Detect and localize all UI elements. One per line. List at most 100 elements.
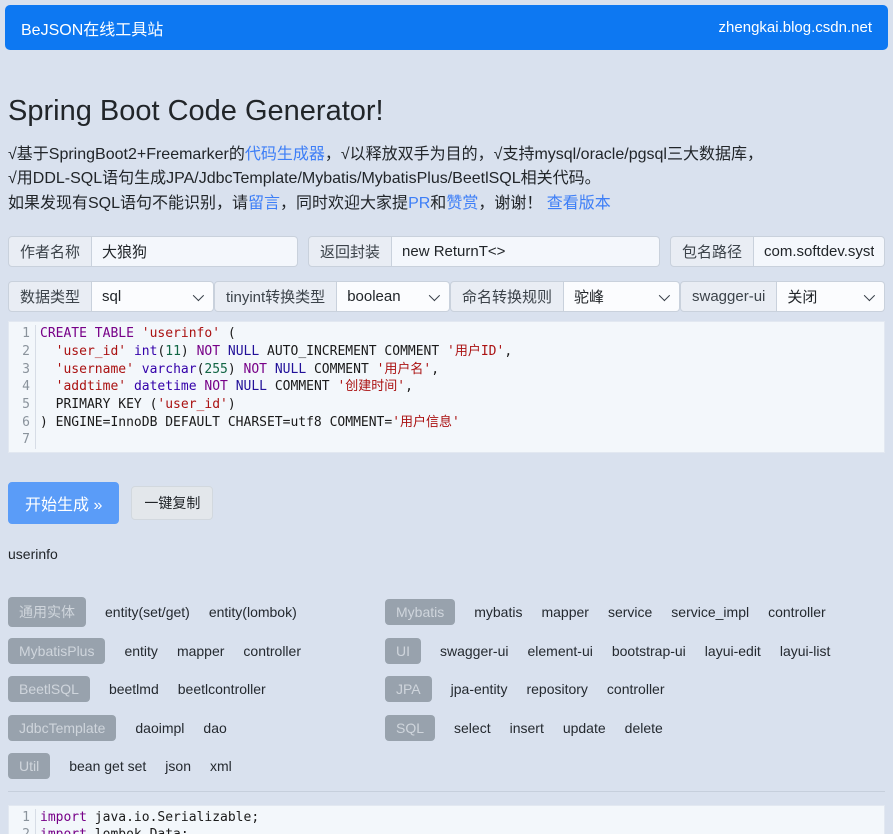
tag-row: MybatisPlus entity mapper controller xyxy=(8,637,385,666)
tag-badge-jpa[interactable]: JPA xyxy=(385,676,432,702)
tag-link-beetlcontroller[interactable]: beetlcontroller xyxy=(178,681,266,697)
tag-link-entity[interactable]: entity xyxy=(124,643,157,659)
tag-link-layui-list[interactable]: layui-list xyxy=(780,643,831,659)
data-type-group: 数据类型 sql xyxy=(8,281,214,312)
tag-link-mapper[interactable]: mapper xyxy=(541,604,588,620)
tag-link-update[interactable]: update xyxy=(563,720,606,736)
return-wrapper-input[interactable] xyxy=(392,236,660,267)
chevron-down-icon xyxy=(429,290,440,301)
line-number: 1 xyxy=(9,325,36,343)
page-title: Spring Boot Code Generator! xyxy=(8,94,885,129)
tag-link-repository[interactable]: repository xyxy=(526,681,587,697)
tag-badge-util[interactable]: Util xyxy=(8,753,50,779)
tag-link-service-impl[interactable]: service_impl xyxy=(671,604,749,620)
tag-badge--[interactable]: 通用实体 xyxy=(8,597,86,627)
tag-link-element-ui[interactable]: element-ui xyxy=(527,643,592,659)
tag-link-select[interactable]: select xyxy=(454,720,491,736)
chevron-down-icon xyxy=(864,290,875,301)
tag-link-dao[interactable]: dao xyxy=(203,720,226,736)
tinyint-type-select[interactable]: boolean xyxy=(337,281,450,312)
pr-link[interactable]: PR xyxy=(408,195,430,212)
tag-link-xml[interactable]: xml xyxy=(210,758,232,774)
naming-rule-select[interactable]: 驼峰 xyxy=(564,281,680,312)
code-line: 1import java.io.Serializable; xyxy=(9,809,884,827)
swagger-ui-value: 关闭 xyxy=(787,286,864,307)
tag-row: 通用实体 entity(set/get) entity(lombok) xyxy=(8,598,385,627)
sql-editor[interactable]: 1CREATE TABLE 'userinfo' (2 'user_id' in… xyxy=(8,321,885,453)
author-name-label: 作者名称 xyxy=(8,236,92,267)
navbar-site-link[interactable]: zhengkai.blog.csdn.net xyxy=(719,19,872,36)
java-output-editor[interactable]: 1import java.io.Serializable;2import lom… xyxy=(8,805,885,834)
naming-rule-value: 驼峰 xyxy=(574,286,659,307)
code-line: 2import lombok.Data; xyxy=(9,826,884,834)
chevron-down-icon xyxy=(193,290,204,301)
intro-text: √基于SpringBoot2+Freemarker的代码生成器，√以释放双手为目… xyxy=(8,143,885,217)
tag-link-controller[interactable]: controller xyxy=(768,604,826,620)
copy-button[interactable]: 一键复制 xyxy=(131,486,213,520)
tags-right-column: Mybatismybatismapperserviceservice_implc… xyxy=(385,598,885,781)
code-line: 7 xyxy=(9,431,884,449)
tag-link-bootstrap-ui[interactable]: bootstrap-ui xyxy=(612,643,686,659)
tag-link-jpa-entity[interactable]: jpa-entity xyxy=(451,681,508,697)
tag-link-layui-edit[interactable]: layui-edit xyxy=(705,643,761,659)
tag-badge-jdbctemplate[interactable]: JdbcTemplate xyxy=(8,715,116,741)
tag-link-mybatis[interactable]: mybatis xyxy=(474,604,522,620)
tag-row: Util bean get set json xml xyxy=(8,752,385,781)
donate-link[interactable]: 赞赏 xyxy=(446,195,478,212)
code-line: 4 'addtime' datetime NOT NULL COMMENT '创… xyxy=(9,378,884,396)
line-number: 5 xyxy=(9,396,36,414)
tag-badge-beetlsql[interactable]: BeetlSQL xyxy=(8,676,90,702)
tag-link-insert[interactable]: insert xyxy=(510,720,544,736)
tag-badge-ui[interactable]: UI xyxy=(385,638,421,664)
tinyint-type-label: tinyint转换类型 xyxy=(214,281,337,312)
table-name-link[interactable]: userinfo xyxy=(8,546,58,562)
tag-badge-mybatisplus[interactable]: MybatisPlus xyxy=(8,638,105,664)
swagger-ui-label: swagger-ui xyxy=(680,281,777,312)
swagger-ui-select[interactable]: 关闭 xyxy=(777,281,885,312)
package-path-input[interactable] xyxy=(754,236,885,267)
intro-line3-d: ，谢谢！ xyxy=(478,195,542,212)
tag-link-service[interactable]: service xyxy=(608,604,652,620)
view-version-link[interactable]: 查看版本 xyxy=(547,195,611,212)
code-line: 1CREATE TABLE 'userinfo' ( xyxy=(9,325,884,343)
data-type-select[interactable]: sql xyxy=(92,281,214,312)
intro-line3-a: 如果发现有SQL语句不能识别，请 xyxy=(8,195,248,212)
navbar-brand[interactable]: BeJSON在线工具站 xyxy=(21,16,163,40)
tag-badge-sql[interactable]: SQL xyxy=(385,715,435,741)
output-tags: 通用实体 entity(set/get) entity(lombok) Mybatis… xyxy=(8,598,885,781)
tag-link-delete[interactable]: delete xyxy=(625,720,663,736)
tag-row: JdbcTemplate daoimpl dao xyxy=(8,714,385,743)
package-path-group: 包名路径 xyxy=(670,236,885,267)
generate-button[interactable]: 开始生成 » xyxy=(8,482,119,524)
intro-line1-b: ，√以释放双手为目的，√支持mysql/oracle/pgsql三大数据库， xyxy=(325,146,763,163)
author-name-input[interactable] xyxy=(92,236,298,267)
swagger-ui-group: swagger-ui 关闭 xyxy=(680,281,885,312)
tag-link-entity-lombok-[interactable]: entity(lombok) xyxy=(209,604,297,620)
line-number: 3 xyxy=(9,361,36,379)
naming-rule-label: 命名转换规则 xyxy=(450,281,564,312)
tag-badge-mybatis[interactable]: Mybatis xyxy=(385,599,455,625)
table-name-row: userinfo xyxy=(8,546,885,562)
form-row-selects: 数据类型 sql tinyint转换类型 boolean 命名转换规则 驼峰 s… xyxy=(8,281,885,312)
tag-link-daoimpl[interactable]: daoimpl xyxy=(135,720,184,736)
tag-link-controller[interactable]: controller xyxy=(607,681,665,697)
tinyint-type-group: tinyint转换类型 boolean xyxy=(214,281,450,312)
actions-bar: 开始生成 » 一键复制 xyxy=(8,482,885,524)
code-line: 5 PRIMARY KEY ('user_id') xyxy=(9,396,884,414)
tag-link-swagger-ui[interactable]: swagger-ui xyxy=(440,643,508,659)
intro-line2: √用DDL-SQL语句生成JPA/JdbcTemplate/Mybatis/My… xyxy=(8,170,601,187)
tag-row: BeetlSQL beetlmd beetlcontroller xyxy=(8,675,385,704)
tag-link-json[interactable]: json xyxy=(165,758,191,774)
tag-link-mapper[interactable]: mapper xyxy=(177,643,224,659)
code-line: 3 'username' varchar(255) NOT NULL COMME… xyxy=(9,361,884,379)
tag-link-beetlmd[interactable]: beetlmd xyxy=(109,681,159,697)
code-line: 6) ENGINE=InnoDB DEFAULT CHARSET=utf8 CO… xyxy=(9,414,884,432)
return-wrapper-group: 返回封装 xyxy=(308,236,660,267)
tag-link-bean-get-set[interactable]: bean get set xyxy=(69,758,146,774)
tinyint-type-value: boolean xyxy=(347,288,429,305)
tag-link-controller[interactable]: controller xyxy=(243,643,301,659)
tag-link-entity-set-get-[interactable]: entity(set/get) xyxy=(105,604,190,620)
line-number: 2 xyxy=(9,826,36,834)
code-generator-link[interactable]: 代码生成器 xyxy=(245,146,325,163)
leave-message-link[interactable]: 留言 xyxy=(248,195,280,212)
